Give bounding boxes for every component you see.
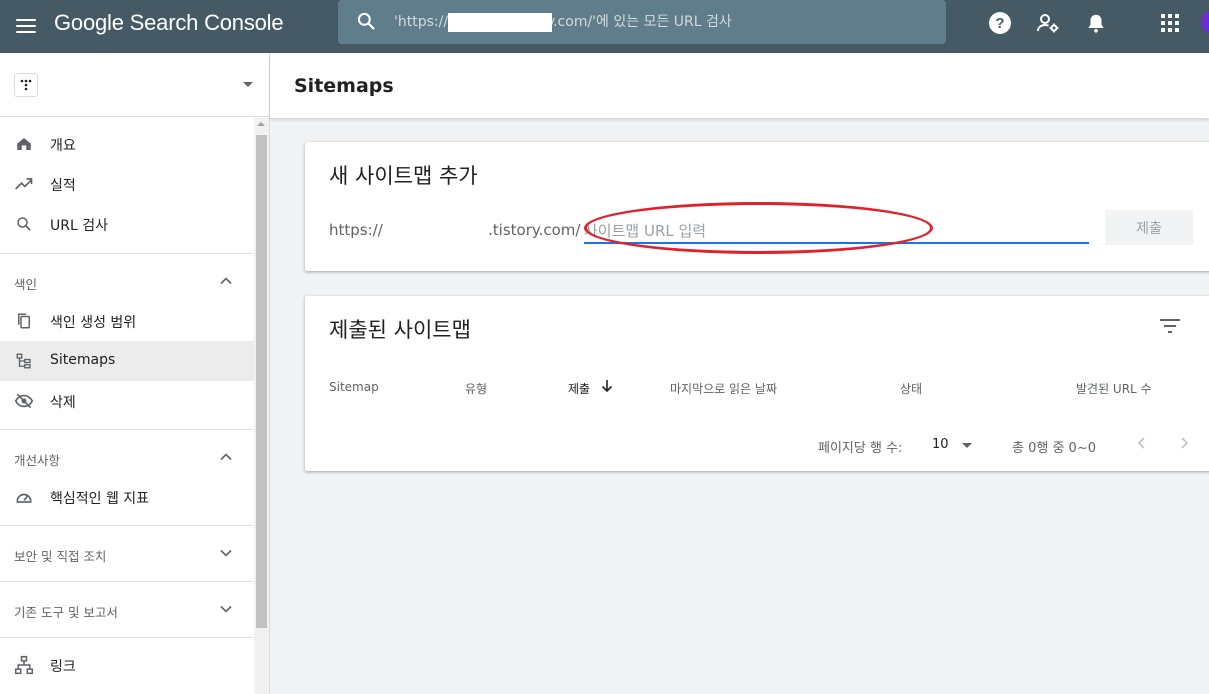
divider <box>0 253 254 254</box>
nav-label: 개요 <box>50 138 76 154</box>
column-header-sitemap[interactable]: Sitemap <box>329 380 379 394</box>
copy-icon <box>14 311 34 331</box>
nav-item-sitemaps[interactable]: Sitemaps <box>0 341 254 381</box>
nav-label: 삭제 <box>50 395 76 411</box>
nav-item-coverage[interactable]: 색인 생성 범위 <box>0 301 254 341</box>
nav-list: 개요 실적 URL 검사 색인 색인 생성 범위 Sitemaps 삭제 개선사… <box>0 118 254 694</box>
url-prefix-domain: .tistory.com/ <box>488 221 581 239</box>
scroll-thumb[interactable] <box>256 135 267 628</box>
pagination-range: 총 0행 중 0~0 <box>1012 441 1096 456</box>
nav-item-removals[interactable]: 삭제 <box>0 381 254 421</box>
nav-item-performance[interactable]: 실적 <box>0 164 254 204</box>
search-bar[interactable] <box>338 0 946 44</box>
section-security[interactable]: 보안 및 직접 조치 <box>0 533 254 573</box>
page-header: Sitemaps <box>270 53 1209 118</box>
sidebar-scrollbar[interactable] <box>254 118 269 694</box>
divider <box>0 637 254 638</box>
filter-icon[interactable] <box>1159 318 1181 334</box>
property-selector[interactable] <box>0 53 270 117</box>
trending-up-icon <box>14 174 34 194</box>
search-icon[interactable] <box>356 11 376 31</box>
nav-label: 핵심적인 웹 지표 <box>50 491 150 507</box>
section-label: 보안 및 직접 조치 <box>14 549 107 564</box>
submit-button[interactable]: 제출 <box>1105 210 1193 245</box>
speed-gauge-icon <box>14 487 34 507</box>
nav-label: Sitemaps <box>50 352 116 368</box>
rows-per-page-value[interactable]: 10 <box>932 437 949 452</box>
notifications-icon[interactable] <box>1083 10 1109 36</box>
chevron-down-icon <box>220 549 232 557</box>
divider <box>0 581 254 582</box>
nav-item-url-inspection[interactable]: URL 검사 <box>0 204 254 244</box>
card-title: 제출된 사이트맵 <box>329 318 471 342</box>
nav-item-overview[interactable]: 개요 <box>0 124 254 164</box>
sitemap-url-input[interactable] <box>584 220 1089 244</box>
chevron-left-icon <box>1137 437 1145 449</box>
menu-icon[interactable] <box>14 14 38 38</box>
apps-icon[interactable] <box>1157 10 1183 36</box>
svg-text:?: ? <box>995 15 1004 32</box>
chevron-down-icon <box>220 605 232 613</box>
chevron-up-icon <box>220 453 232 461</box>
manage-accounts-icon[interactable] <box>1035 10 1061 36</box>
section-label: 개선사항 <box>14 453 61 468</box>
chevron-right-icon <box>1181 437 1189 449</box>
search-icon <box>14 214 34 234</box>
arrow-down-icon[interactable] <box>600 379 614 393</box>
chevron-up-icon <box>220 277 232 285</box>
visibility-off-icon <box>14 391 34 411</box>
column-header-submitted[interactable]: 제출 <box>568 380 590 397</box>
sidebar: 개요 실적 URL 검사 색인 색인 생성 범위 Sitemaps 삭제 개선사… <box>0 53 270 694</box>
nav-item-links[interactable]: 링크 <box>0 645 254 685</box>
column-header-status[interactable]: 상태 <box>900 380 922 397</box>
section-enhancements[interactable]: 개선사항 <box>0 437 254 477</box>
rows-per-page-dropdown-icon[interactable] <box>962 443 972 448</box>
main-content: Sitemaps 새 사이트맵 추가 https:// .tistory.com… <box>270 53 1209 694</box>
redacted-domain <box>448 13 552 32</box>
sitemap-icon <box>14 351 34 371</box>
card-title: 새 사이트맵 추가 <box>329 164 478 188</box>
divider <box>0 525 254 526</box>
submitted-sitemaps-card: 제출된 사이트맵 Sitemap 유형 제출 마지막으로 읽은 날짜 상태 발견… <box>305 296 1209 471</box>
property-name <box>48 75 234 93</box>
nav-label: 링크 <box>50 659 76 675</box>
scroll-up-icon[interactable] <box>257 122 265 126</box>
add-sitemap-card: 새 사이트맵 추가 https:// .tistory.com/ 제출 <box>305 142 1209 271</box>
home-icon <box>14 134 34 154</box>
divider <box>0 429 254 430</box>
nav-label: 실적 <box>50 178 76 194</box>
nav-label: 색인 생성 범위 <box>50 315 137 331</box>
column-header-last-read[interactable]: 마지막으로 읽은 날짜 <box>670 380 777 397</box>
app-logo[interactable]: Google Search Console <box>54 10 284 36</box>
url-prefix-scheme: https:// <box>329 221 383 239</box>
section-legacy[interactable]: 기존 도구 및 보고서 <box>0 589 254 629</box>
rows-per-page-label: 페이지당 행 수: <box>818 441 903 456</box>
section-index[interactable]: 색인 <box>0 261 254 301</box>
section-label: 색인 <box>14 277 38 292</box>
help-icon[interactable]: ? <box>987 10 1013 36</box>
tistory-logo-icon <box>14 73 38 97</box>
property-dropdown-icon[interactable] <box>243 82 253 87</box>
previous-page-button[interactable] <box>1131 432 1151 454</box>
column-header-type[interactable]: 유형 <box>465 380 487 397</box>
nav-label: URL 검사 <box>50 218 108 234</box>
section-label: 기존 도구 및 보고서 <box>14 605 118 620</box>
links-icon <box>14 655 34 675</box>
next-page-button[interactable] <box>1175 432 1195 454</box>
column-header-discovered-urls[interactable]: 발견된 URL 수 <box>1076 380 1152 397</box>
page-title: Sitemaps <box>294 75 394 97</box>
nav-item-web-vitals[interactable]: 핵심적인 웹 지표 <box>0 477 254 517</box>
